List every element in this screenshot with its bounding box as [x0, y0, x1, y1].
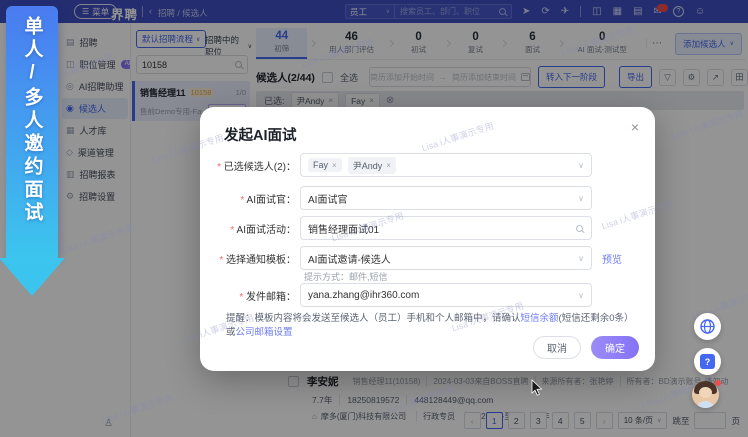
- candidate-tag-name: 尹Andy: [353, 159, 383, 172]
- field-label: AI面试活动：: [200, 221, 296, 236]
- sender-email-value: yana.zhang@ihr360.com: [308, 290, 419, 301]
- candidate-tag-name: Fay: [313, 160, 328, 170]
- company-mail-settings-link[interactable]: 公司邮箱设置: [236, 327, 293, 338]
- field-sender-email: 发件邮箱： yana.zhang@ihr360.com ∨: [200, 283, 655, 307]
- notify-method-hint: 提示方式：邮件,短信: [304, 270, 388, 283]
- tutorial-banner-arrow: 单人/多人邀约面试: [6, 6, 58, 258]
- preview-link[interactable]: 预览: [602, 251, 622, 266]
- candidate-tag: 尹Andy ×: [348, 157, 396, 174]
- confirm-button[interactable]: 确定: [591, 336, 639, 359]
- globe-icon: [699, 318, 716, 335]
- chevron-down-icon: ∨: [578, 291, 584, 300]
- field-notify-template: 选择通知模板： AI面试邀请-候选人 ∨ 预览: [200, 246, 655, 270]
- chevron-down-icon: ∨: [578, 194, 584, 203]
- field-ai-interviewer: AI面试官： AI面试官 ∨: [200, 186, 655, 210]
- notify-template-select[interactable]: AI面试邀请-候选人 ∨: [300, 246, 592, 270]
- hint-text: 提醒：模板内容将会发送至候选人（员工）手机和个人邮箱中，请确认: [226, 313, 521, 324]
- field-selected-candidates: 已选候选人(2)： Fay × 尹Andy × ∨: [200, 153, 655, 177]
- help-book-icon: ?: [700, 354, 715, 369]
- notify-method-value: 邮件,短信: [349, 272, 388, 282]
- ai-interviewer-select[interactable]: AI面试官 ∨: [300, 186, 592, 210]
- banner-text: 单人/多人邀约面试: [19, 6, 46, 258]
- ai-activity-input[interactable]: 销售经理面试01: [300, 216, 592, 240]
- close-icon[interactable]: ×: [631, 120, 639, 134]
- globe-button[interactable]: [694, 313, 721, 340]
- user-avatar[interactable]: [692, 381, 719, 408]
- field-ai-activity: AI面试活动： 销售经理面试01: [200, 216, 655, 240]
- notify-method-label: 提示方式：: [304, 272, 349, 282]
- selected-candidates-select[interactable]: Fay × 尹Andy × ∨: [300, 153, 592, 177]
- chevron-down-icon: ∨: [578, 161, 584, 170]
- ai-interview-modal: 发起AI面试 × 已选候选人(2)： Fay × 尹Andy × ∨ AI面试官…: [200, 107, 655, 371]
- sms-balance-link[interactable]: 短信余额: [521, 313, 559, 324]
- sender-email-select[interactable]: yana.zhang@ihr360.com ∨: [300, 283, 592, 307]
- search-icon: [576, 225, 583, 232]
- cancel-button[interactable]: 取消: [533, 336, 581, 359]
- ai-interviewer-value: AI面试官: [308, 191, 347, 206]
- field-label: 选择通知模板：: [200, 251, 296, 266]
- notify-template-value: AI面试邀请-候选人: [308, 251, 391, 266]
- chevron-down-icon: ∨: [578, 254, 584, 263]
- remove-icon[interactable]: ×: [386, 161, 391, 170]
- modal-footer: 取消 确定: [533, 336, 639, 359]
- modal-title: 发起AI面试: [224, 124, 297, 145]
- field-label: 发件邮箱：: [200, 288, 296, 303]
- field-label: 已选候选人(2)：: [200, 158, 296, 173]
- notification-dot: [715, 380, 721, 386]
- ai-activity-value: 销售经理面试01: [308, 221, 379, 236]
- help-book-button[interactable]: ?: [694, 348, 721, 375]
- candidate-tag: Fay ×: [308, 158, 342, 172]
- field-label: AI面试官：: [200, 191, 296, 206]
- remove-icon[interactable]: ×: [332, 161, 337, 170]
